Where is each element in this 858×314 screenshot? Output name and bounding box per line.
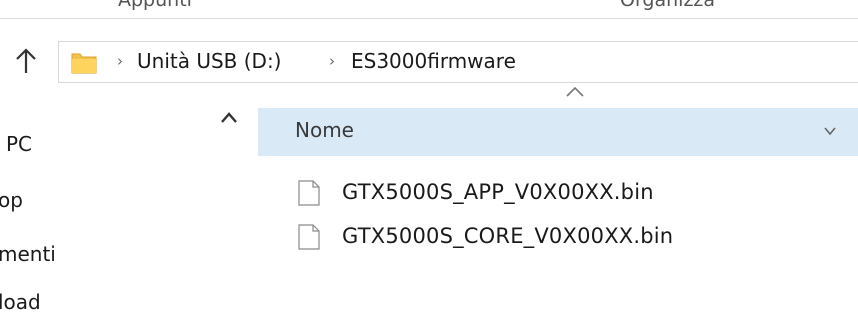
- document-icon: [298, 180, 320, 206]
- column-header-name[interactable]: Nome: [258, 86, 858, 156]
- file-item[interactable]: GTX5000S_APP_V0X00XX.bin: [298, 178, 818, 208]
- breadcrumb-drive[interactable]: Unità USB (D:): [137, 49, 281, 73]
- ribbon-group-label-organize: Organizza: [620, 0, 716, 11]
- file-item[interactable]: GTX5000S_CORE_V0X00XX.bin: [298, 222, 818, 252]
- address-bar[interactable]: › Unità USB (D:) › ES3000firmware: [58, 41, 858, 83]
- chevron-down-icon[interactable]: [822, 124, 838, 138]
- chevron-up-icon: [221, 112, 237, 123]
- arrow-up-icon: [16, 48, 36, 73]
- nav-scroll-up-button[interactable]: [219, 110, 239, 126]
- nav-item-desktop[interactable]: op: [0, 188, 23, 212]
- file-name: GTX5000S_CORE_V0X00XX.bin: [342, 224, 674, 248]
- document-icon: [298, 224, 320, 250]
- breadcrumb-separator[interactable]: ›: [117, 49, 123, 73]
- folder-icon: [71, 53, 97, 74]
- address-row: › Unità USB (D:) › ES3000firmware: [0, 36, 858, 86]
- navigation-pane: PC op menti load: [0, 104, 255, 314]
- file-name: GTX5000S_APP_V0X00XX.bin: [342, 180, 654, 204]
- breadcrumb-separator[interactable]: ›: [329, 49, 335, 73]
- nav-item-downloads[interactable]: load: [0, 290, 41, 314]
- up-button[interactable]: [14, 46, 38, 76]
- breadcrumb-folder[interactable]: ES3000firmware: [351, 49, 516, 73]
- ribbon: Appunti Organizza: [0, 0, 858, 19]
- nav-item-pc[interactable]: PC: [6, 132, 32, 156]
- ribbon-group-label-clipboard: Appunti: [118, 0, 192, 11]
- sort-ascending-icon: [566, 86, 584, 97]
- column-header-label: Nome: [295, 118, 354, 142]
- nav-item-documents[interactable]: menti: [0, 242, 56, 266]
